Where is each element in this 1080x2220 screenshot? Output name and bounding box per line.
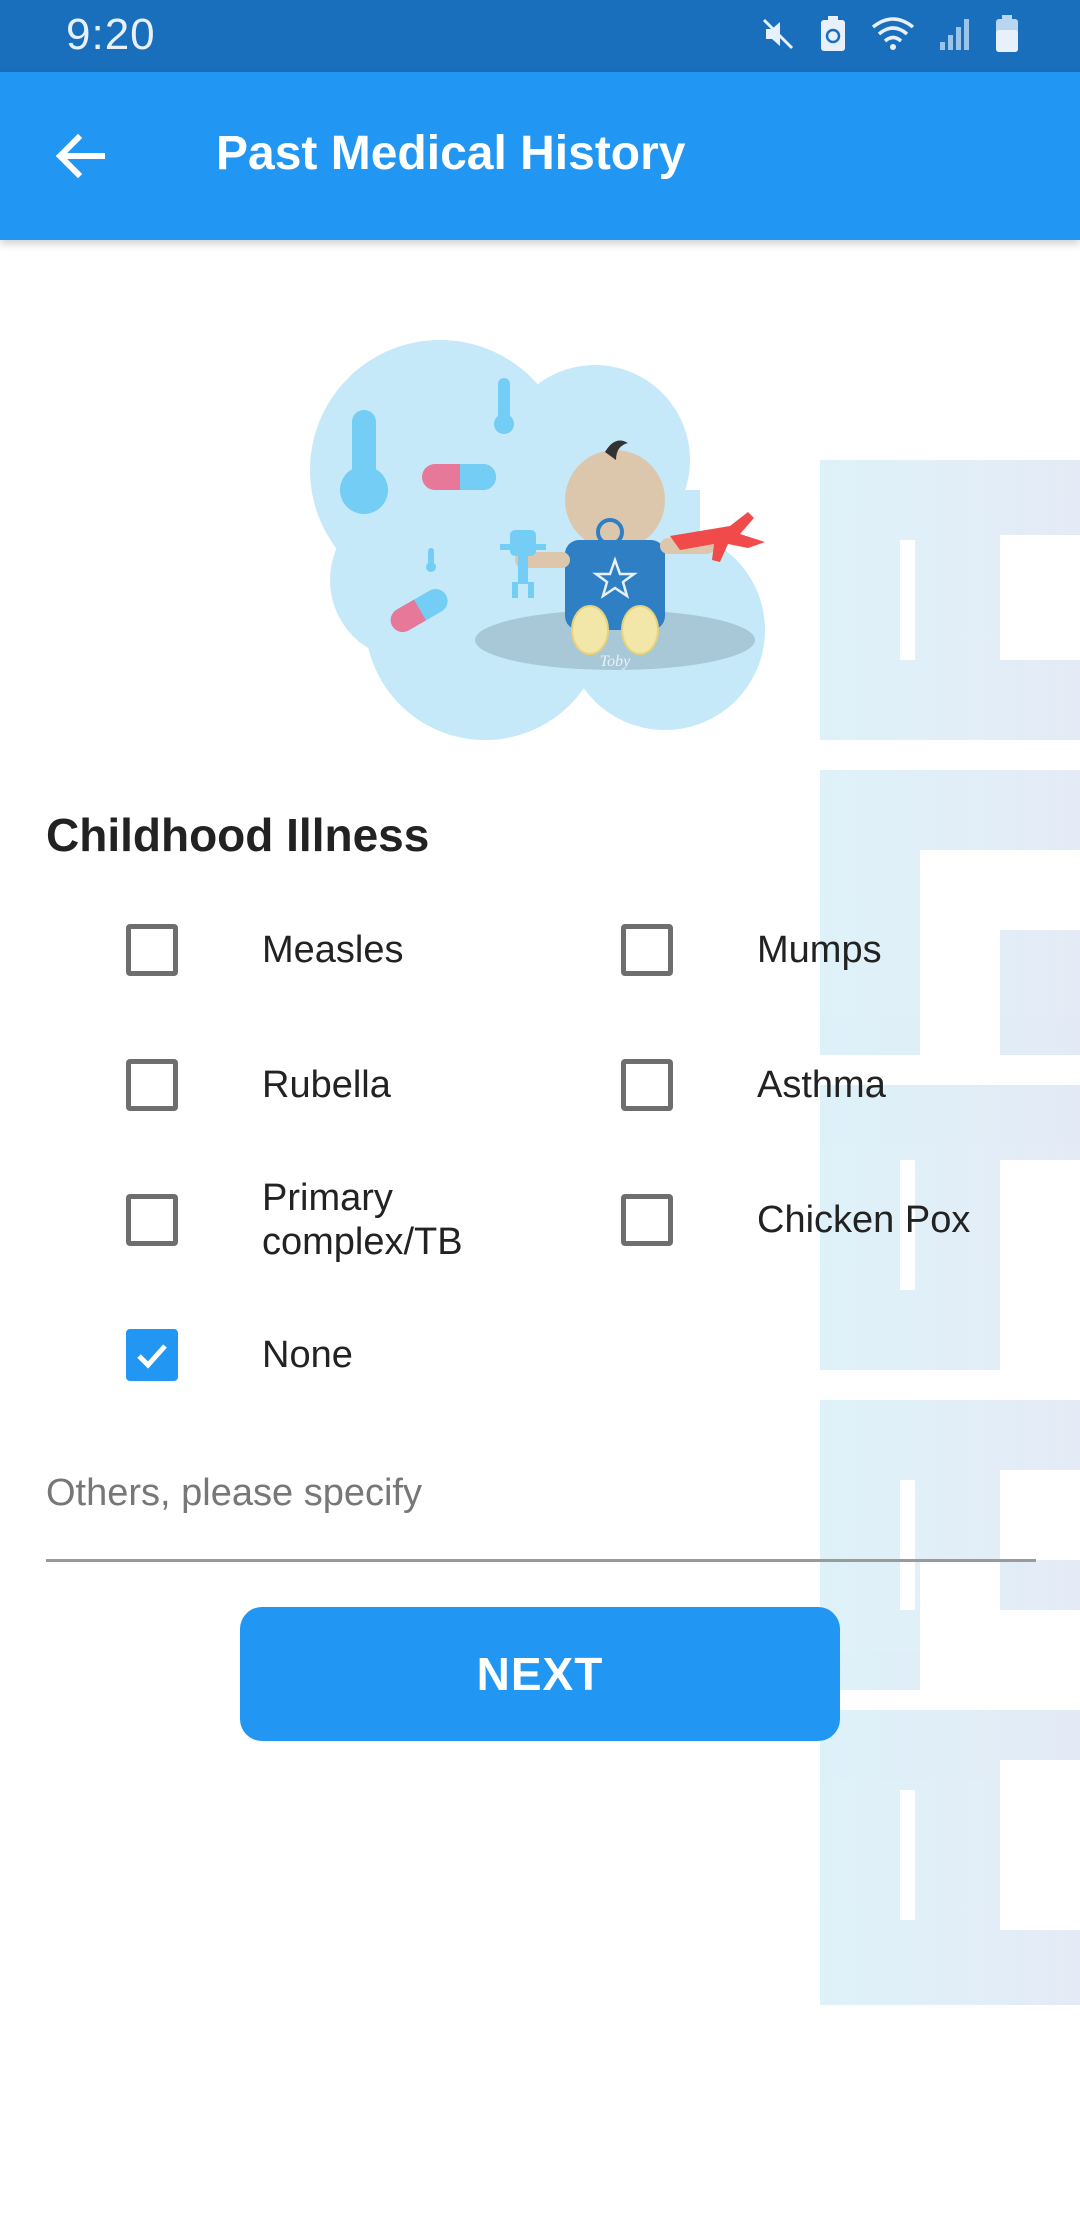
checkbox[interactable]	[126, 924, 178, 976]
battery-saver-icon	[818, 15, 848, 53]
option-label: Primary complex/TB	[262, 1177, 463, 1263]
option-rubella[interactable]: Rubella	[126, 1059, 391, 1111]
section-title: Childhood Illness	[46, 809, 430, 861]
option-label: None	[262, 1334, 353, 1376]
signal-icon	[938, 16, 972, 52]
checkbox[interactable]	[126, 1194, 178, 1246]
wifi-icon	[870, 15, 916, 53]
option-chicken-pox[interactable]: Chicken Pox	[621, 1194, 970, 1246]
status-time: 9:20	[66, 10, 156, 59]
battery-icon	[994, 14, 1020, 54]
option-measles[interactable]: Measles	[126, 924, 404, 976]
option-primary-complex-tb[interactable]: Primary complex/TB	[126, 1177, 463, 1263]
mute-icon	[760, 16, 796, 52]
arrow-back-icon	[52, 128, 108, 189]
checkmark-icon	[137, 1344, 167, 1369]
checkbox[interactable]	[126, 1329, 178, 1381]
checkbox[interactable]	[621, 924, 673, 976]
option-mumps[interactable]: Mumps	[621, 924, 882, 976]
checkbox[interactable]	[621, 1059, 673, 1111]
others-field-container	[46, 1448, 1036, 1562]
checkbox[interactable]	[126, 1059, 178, 1111]
status-bar: 9:20	[0, 0, 1080, 72]
option-label: Chicken Pox	[757, 1199, 971, 1241]
status-icons	[760, 14, 1020, 54]
app-bar: Past Medical History	[0, 72, 1080, 240]
option-asthma[interactable]: Asthma	[621, 1059, 886, 1111]
checkbox[interactable]	[621, 1194, 673, 1246]
option-none[interactable]: None	[126, 1329, 353, 1381]
option-label: Asthma	[757, 1064, 886, 1106]
page-title: Past Medical History	[216, 127, 686, 180]
baby-illustration: Toby	[310, 340, 765, 740]
option-label: Mumps	[757, 929, 882, 971]
next-button[interactable]: NEXT	[240, 1607, 840, 1741]
option-label: Rubella	[262, 1064, 391, 1106]
others-input[interactable]	[46, 1448, 1036, 1562]
option-label: Measles	[262, 929, 404, 971]
illustration-caption: Toby	[600, 653, 631, 670]
back-button[interactable]	[40, 118, 120, 198]
